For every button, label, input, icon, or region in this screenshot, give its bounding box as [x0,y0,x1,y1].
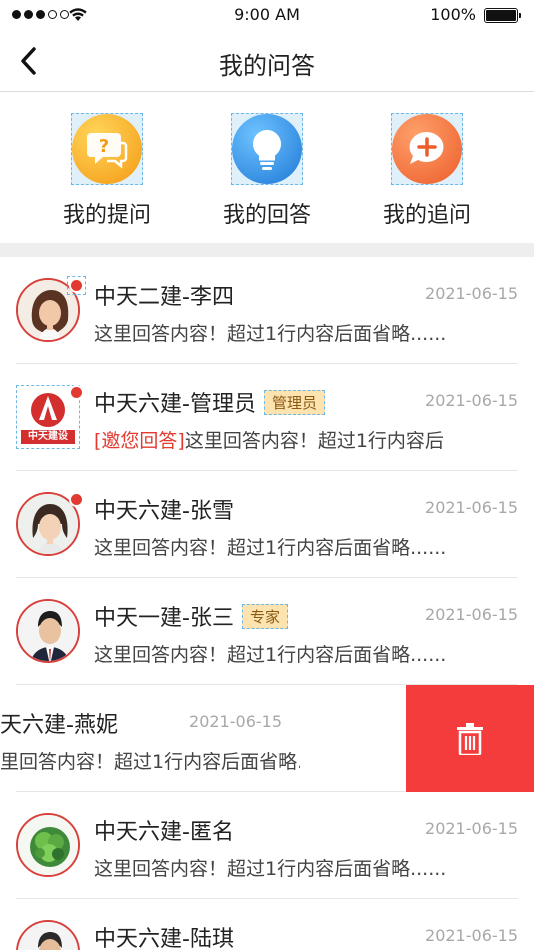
list-item[interactable]: 中天六建-陆琪 2021-06-15 [0,899,534,950]
post-date: 2021-06-15 [425,498,518,517]
list-item[interactable]: 中天二建-李四 2021-06-15 这里回答内容！超过1行内容后面省略....… [0,257,534,364]
answer-preview: 里回答内容！超过1行内容后面省略...... [0,751,300,773]
my-answers-label: 我的回答 [222,203,311,228]
battery-icon [484,8,521,23]
unread-dot [69,492,84,507]
company-logo-text: 中天建设 [28,431,68,442]
quick-actions: ? 我的提问 我的回答 我的追问 [0,93,534,243]
role-badge: 管理员 [263,389,325,415]
post-date: 2021-06-15 [425,926,518,945]
avatar: 中天建设 [16,385,84,451]
status-bar: 9:00 AM 100% [0,0,534,30]
unread-dot [69,278,84,293]
my-questions-label: 我的提问 [62,203,151,228]
answer-preview: [邀您回答]这里回答内容！超过1行内容后 [94,430,444,452]
list-item[interactable]: 中天一建-张三 专家 2021-06-15 这里回答内容！超过1行内容后面省略.… [0,578,534,685]
list-item-swiped[interactable]: 天六建-燕妮 2021-06-15 里回答内容！超过1行内容后面省略...... [0,685,534,792]
role-badge: 专家 [241,603,288,629]
answer-preview: 这里回答内容！超过1行内容后面省略...... [94,537,447,559]
author-name: 天六建-燕妮 [0,713,118,738]
author-name: 中天六建-张雪 [94,499,234,524]
list-item[interactable]: 中天六建-张雪 2021-06-15 这里回答内容！超过1行内容后面省略....… [0,471,534,578]
post-date: 2021-06-15 [189,712,282,731]
post-date: 2021-06-15 [425,819,518,838]
my-questions-button[interactable]: ? 我的提问 [37,113,177,229]
my-followups-button[interactable]: 我的追问 [357,113,497,229]
answer-preview: 这里回答内容！超过1行内容后面省略...... [94,323,447,345]
page-title: 我的问答 [219,52,315,80]
plus-bubble-icon [391,113,463,185]
section-divider [0,243,534,257]
my-answers-button[interactable]: 我的回答 [197,113,337,229]
my-followups-label: 我的追问 [382,203,471,228]
author-name: 中天一建-张三 [94,606,234,631]
unread-dot [69,385,84,400]
avatar [16,276,86,344]
invite-tag: [邀您回答] [94,430,185,452]
avatar [16,599,82,665]
answer-preview: 这里回答内容！超过1行内容后面省略...... [94,644,447,666]
lightbulb-icon [231,113,303,185]
post-date: 2021-06-15 [425,284,518,303]
list-item[interactable]: 中天六建-匿名 2021-06-15 这里回答内容！超过1行内容后面省略....… [0,792,534,899]
avatar [16,492,84,558]
nav-bar: 我的问答 [0,30,534,92]
author-name: 中天六建-匿名 [94,820,234,845]
trash-icon [457,722,483,755]
post-date: 2021-06-15 [425,605,518,624]
question-bubble-icon: ? [71,113,143,185]
author-name: 中天二建-李四 [94,285,234,310]
list-item[interactable]: 中天建设 中天六建-管理员 管理员 2021-06-15 [邀您回答]这里回答内… [0,364,534,471]
author-name: 中天六建-陆琪 [94,927,234,950]
answer-preview: 这里回答内容！超过1行内容后面省略...... [94,858,447,880]
author-name: 中天六建-管理员 [94,392,256,417]
post-date: 2021-06-15 [425,391,518,410]
battery-percent: 100% [430,5,476,24]
avatar [16,920,82,950]
svg-text:?: ? [99,136,109,157]
avatar [16,813,82,879]
delete-button[interactable] [406,685,534,792]
